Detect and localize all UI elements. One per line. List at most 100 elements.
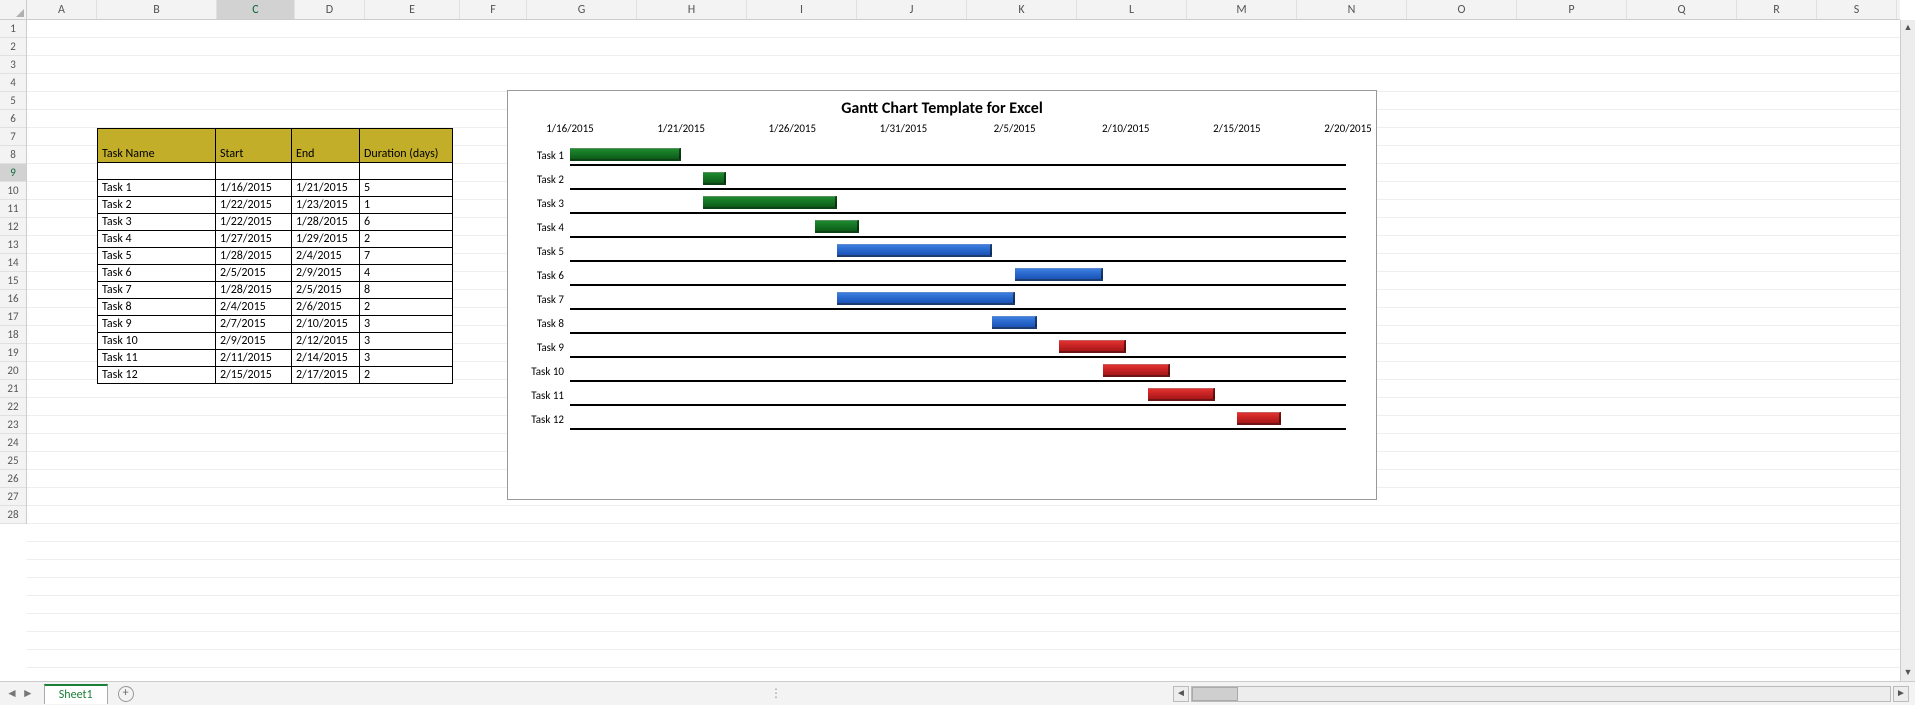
row-header-13[interactable]: 13 (0, 236, 26, 254)
table-cell[interactable]: Task 10 (98, 333, 216, 350)
row-header-17[interactable]: 17 (0, 308, 26, 326)
gantt-chart[interactable]: Gantt Chart Template for Excel 1/16/2015… (507, 90, 1377, 500)
table-row[interactable]: Task 82/4/20152/6/20152 (98, 299, 453, 316)
table-cell[interactable] (292, 163, 360, 180)
table-cell[interactable]: 1/22/2015 (216, 197, 292, 214)
table-cell[interactable]: 2 (360, 367, 453, 384)
table-row[interactable]: Task 41/27/20151/29/20152 (98, 231, 453, 248)
row-header-26[interactable]: 26 (0, 470, 26, 488)
worksheet-grid[interactable]: Task NameStartEndDuration (days) Task 11… (27, 20, 1900, 681)
table-cell[interactable]: 2/17/2015 (292, 367, 360, 384)
table-cell[interactable]: 5 (360, 180, 453, 197)
col-header-R[interactable]: R (1737, 0, 1817, 19)
row-header-2[interactable]: 2 (0, 38, 26, 56)
table-row[interactable]: Task 102/9/20152/12/20153 (98, 333, 453, 350)
table-cell[interactable]: 1/28/2015 (292, 214, 360, 231)
hscroll-track[interactable] (1191, 686, 1891, 702)
col-header-O[interactable]: O (1407, 0, 1517, 19)
hscroll-thumb[interactable] (1192, 687, 1238, 701)
tab-next-icon[interactable]: ► (22, 686, 34, 701)
tab-nav-buttons[interactable]: ◄ ► (0, 686, 40, 701)
table-cell[interactable]: 2 (360, 231, 453, 248)
table-cell[interactable]: 2/14/2015 (292, 350, 360, 367)
row-header-6[interactable]: 6 (0, 110, 26, 128)
col-header-B[interactable]: B (97, 0, 217, 19)
add-sheet-button[interactable]: + (118, 686, 134, 702)
col-header-N[interactable]: N (1297, 0, 1407, 19)
row-header-24[interactable]: 24 (0, 434, 26, 452)
table-cell[interactable]: 2/5/2015 (216, 265, 292, 282)
scroll-up-icon[interactable]: ▲ (1901, 20, 1915, 36)
table-cell[interactable]: 3 (360, 316, 453, 333)
table-cell[interactable]: 1/16/2015 (216, 180, 292, 197)
row-header-11[interactable]: 11 (0, 200, 26, 218)
table-cell[interactable]: 1/29/2015 (292, 231, 360, 248)
table-cell[interactable]: 1/22/2015 (216, 214, 292, 231)
col-header-E[interactable]: E (365, 0, 460, 19)
table-cell[interactable]: 1/23/2015 (292, 197, 360, 214)
table-cell[interactable] (216, 163, 292, 180)
row-header-18[interactable]: 18 (0, 326, 26, 344)
col-header-L[interactable]: L (1077, 0, 1187, 19)
table-header[interactable]: End (292, 129, 360, 163)
table-cell[interactable]: 4 (360, 265, 453, 282)
scroll-down-icon[interactable]: ▼ (1901, 665, 1915, 681)
row-header-5[interactable]: 5 (0, 92, 26, 110)
col-header-D[interactable]: D (295, 0, 365, 19)
col-header-P[interactable]: P (1517, 0, 1627, 19)
row-header-22[interactable]: 22 (0, 398, 26, 416)
table-cell[interactable]: 2/10/2015 (292, 316, 360, 333)
row-header-1[interactable]: 1 (0, 20, 26, 38)
table-row[interactable]: Task 71/28/20152/5/20158 (98, 282, 453, 299)
table-row[interactable]: Task 51/28/20152/4/20157 (98, 248, 453, 265)
table-row[interactable]: Task 31/22/20151/28/20156 (98, 214, 453, 231)
row-header-20[interactable]: 20 (0, 362, 26, 380)
col-header-H[interactable]: H (637, 0, 747, 19)
col-header-K[interactable]: K (967, 0, 1077, 19)
col-header-G[interactable]: G (527, 0, 637, 19)
table-header[interactable]: Task Name (98, 129, 216, 163)
row-header-9[interactable]: 9 (0, 164, 26, 182)
table-cell[interactable] (98, 163, 216, 180)
table-cell[interactable]: Task 8 (98, 299, 216, 316)
col-header-A[interactable]: A (27, 0, 97, 19)
tab-prev-icon[interactable]: ◄ (6, 686, 18, 701)
col-header-C[interactable]: C (217, 0, 295, 19)
row-header-21[interactable]: 21 (0, 380, 26, 398)
row-header-4[interactable]: 4 (0, 74, 26, 92)
select-all-triangle[interactable] (0, 0, 27, 20)
table-cell[interactable]: 2/4/2015 (216, 299, 292, 316)
table-row[interactable]: Task 11/16/20151/21/20155 (98, 180, 453, 197)
col-header-Q[interactable]: Q (1627, 0, 1737, 19)
row-header-16[interactable]: 16 (0, 290, 26, 308)
table-cell[interactable]: 2/6/2015 (292, 299, 360, 316)
row-header-25[interactable]: 25 (0, 452, 26, 470)
scroll-left-icon[interactable]: ◄ (1173, 686, 1189, 702)
table-cell[interactable]: Task 4 (98, 231, 216, 248)
table-cell[interactable]: 2/7/2015 (216, 316, 292, 333)
row-header-10[interactable]: 10 (0, 182, 26, 200)
vertical-scrollbar[interactable]: ▲ ▼ (1900, 20, 1915, 681)
table-cell[interactable]: 2/5/2015 (292, 282, 360, 299)
table-cell[interactable]: Task 12 (98, 367, 216, 384)
table-cell[interactable]: 1 (360, 197, 453, 214)
row-header-12[interactable]: 12 (0, 218, 26, 236)
row-header-27[interactable]: 27 (0, 488, 26, 506)
row-header-3[interactable]: 3 (0, 56, 26, 74)
table-header[interactable]: Duration (days) (360, 129, 453, 163)
row-header-8[interactable]: 8 (0, 146, 26, 164)
row-header-7[interactable]: 7 (0, 128, 26, 146)
table-cell[interactable]: Task 5 (98, 248, 216, 265)
row-header-19[interactable]: 19 (0, 344, 26, 362)
row-header-23[interactable]: 23 (0, 416, 26, 434)
table-row[interactable]: Task 21/22/20151/23/20151 (98, 197, 453, 214)
table-cell[interactable]: Task 9 (98, 316, 216, 333)
table-cell[interactable]: Task 2 (98, 197, 216, 214)
tab-split-grip[interactable]: ⋮ (770, 686, 782, 701)
table-cell[interactable]: Task 3 (98, 214, 216, 231)
col-header-M[interactable]: M (1187, 0, 1297, 19)
table-cell[interactable]: 6 (360, 214, 453, 231)
table-cell[interactable]: 3 (360, 333, 453, 350)
col-header-S[interactable]: S (1817, 0, 1897, 19)
sheet-tab[interactable]: Sheet1 (44, 684, 108, 704)
